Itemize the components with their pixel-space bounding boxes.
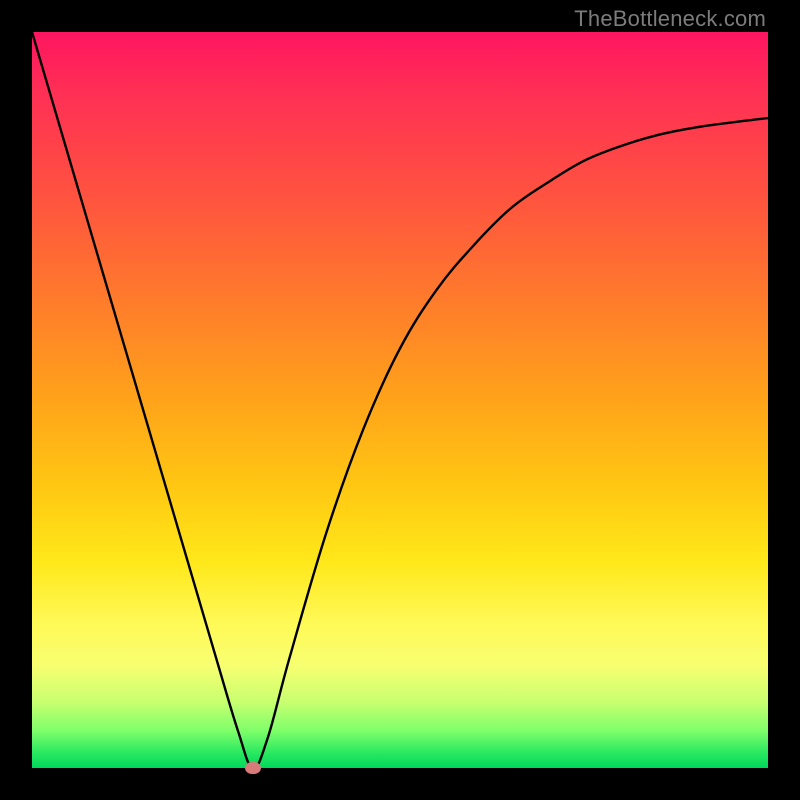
minimum-marker [245,762,261,774]
chart-frame: TheBottleneck.com [0,0,800,800]
source-label: TheBottleneck.com [574,6,766,32]
bottleneck-curve [32,32,768,768]
plot-area [32,32,768,768]
